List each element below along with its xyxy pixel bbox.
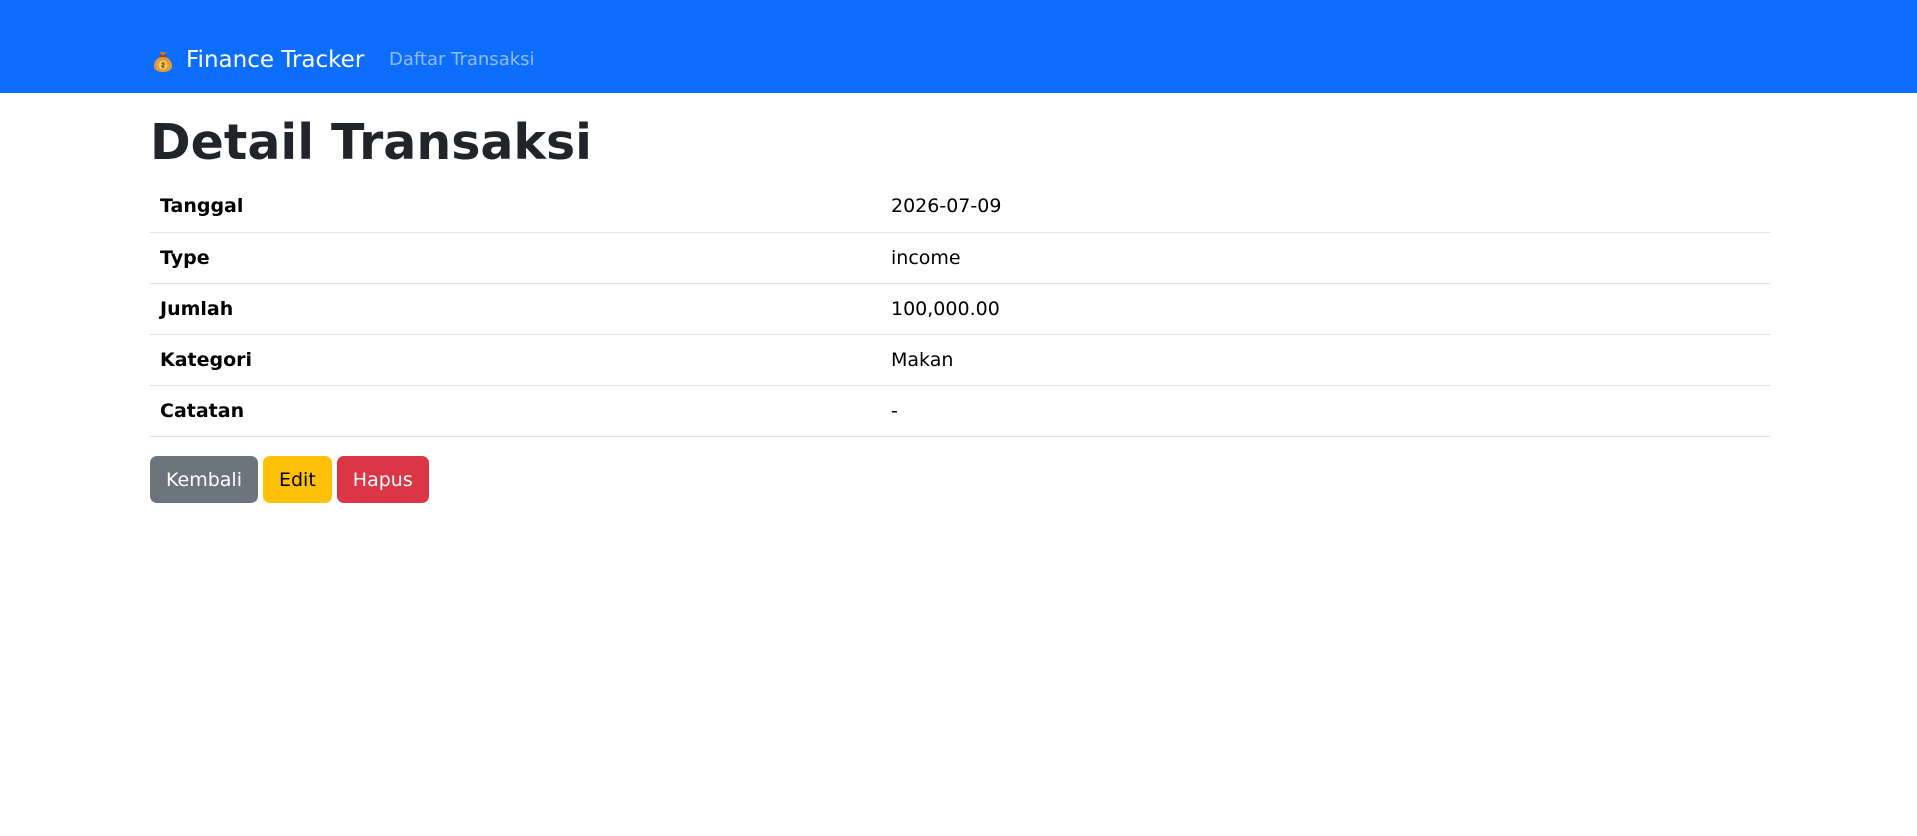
back-button[interactable]: Kembali [150,456,258,503]
table-row-date: Tanggal 2026-07-09 [150,181,1770,233]
money-bag-icon [150,47,176,73]
action-buttons: Kembali Edit Hapus [150,456,429,503]
date-label: Tanggal [150,181,881,233]
type-label: Type [150,232,881,284]
notes-value: - [881,385,1770,437]
date-value: 2026-07-09 [881,181,1770,233]
table-row-type: Type income [150,232,1770,284]
type-value: income [881,232,1770,284]
table-row-category: Kategori Makan [150,334,1770,386]
table-row-notes: Catatan - [150,385,1770,437]
edit-button[interactable]: Edit [262,456,332,503]
amount-value: 100,000.00 [881,283,1770,335]
notes-label: Catatan [150,385,881,437]
nav-link-transaction-list[interactable]: Daftar Transaksi [389,40,535,80]
brand-link[interactable]: Finance Tracker [150,40,364,80]
brand-label: Finance Tracker [186,47,365,73]
transaction-detail-table: Tanggal 2026-07-09 Type income Jumlah 10… [150,181,1770,437]
delete-button[interactable]: Hapus [336,456,429,503]
category-value: Makan [881,334,1770,386]
table-row-amount: Jumlah 100,000.00 [150,283,1770,335]
amount-label: Jumlah [150,283,881,335]
category-label: Kategori [150,334,881,386]
top-navbar: Finance Tracker Daftar Transaksi [0,0,1917,93]
page-title: Detail Transaksi [150,114,592,171]
